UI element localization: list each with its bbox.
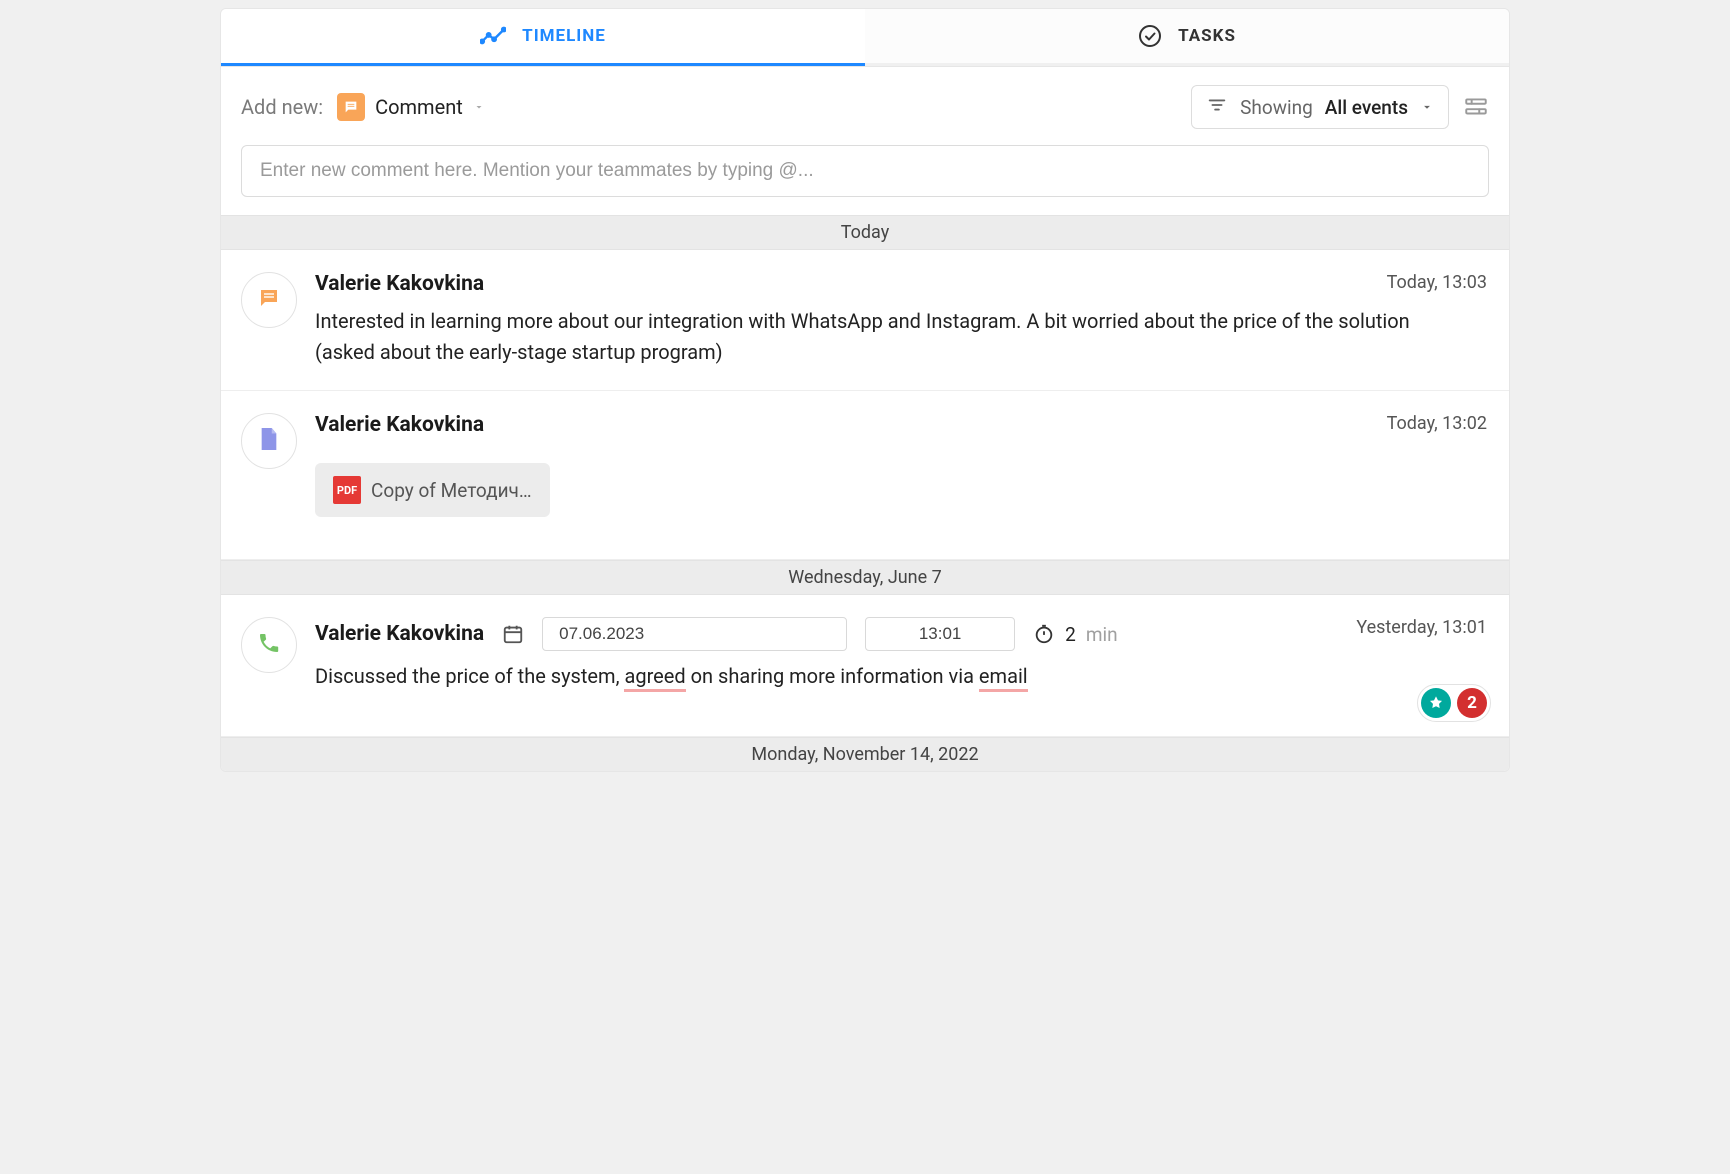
filter-events-select[interactable]: Showing All events bbox=[1191, 85, 1449, 129]
addnew-type-select[interactable]: Comment bbox=[337, 93, 485, 121]
addnew-row: Add new: Comment Showing All events bbox=[221, 67, 1509, 145]
entry-author: Valerie Kakovkina bbox=[315, 622, 484, 646]
chevron-down-icon bbox=[1420, 100, 1434, 114]
new-comment-input[interactable] bbox=[241, 145, 1489, 197]
timeline-entry-call: Valerie Kakovkina 2 min Discussed the pr… bbox=[221, 595, 1509, 737]
calendar-icon bbox=[502, 623, 524, 645]
date-separator-mon: Monday, November 14, 2022 bbox=[221, 737, 1509, 771]
entry-timestamp: Today, 13:02 bbox=[1387, 413, 1487, 434]
timeline-entry-file: Valerie Kakovkina PDF Copy of Методич… T… bbox=[221, 391, 1509, 560]
call-duration-unit: min bbox=[1086, 623, 1118, 646]
notification-count-badge[interactable]: 2 bbox=[1457, 688, 1487, 718]
pdf-icon: PDF bbox=[333, 476, 361, 504]
timeline-icon bbox=[480, 23, 506, 49]
tab-timeline[interactable]: TIMELINE bbox=[221, 9, 865, 66]
addnew-label: Add new: bbox=[241, 95, 323, 119]
entry-author: Valerie Kakovkina bbox=[315, 413, 484, 437]
entry-timestamp: Today, 13:03 bbox=[1387, 272, 1487, 293]
timeline-settings-icon[interactable] bbox=[1463, 94, 1489, 120]
stopwatch-icon bbox=[1033, 623, 1055, 645]
tabs-bar: TIMELINE TASKS bbox=[221, 9, 1509, 67]
attachment-filename: Copy of Методич… bbox=[371, 479, 532, 502]
date-separator-wed: Wednesday, June 7 bbox=[221, 560, 1509, 595]
entry-type-bubble bbox=[241, 617, 297, 673]
comment-icon bbox=[337, 93, 365, 121]
filter-icon bbox=[1206, 94, 1228, 120]
entry-body-text: Discussed the price of the system, agree… bbox=[315, 661, 1410, 692]
entry-type-bubble bbox=[241, 413, 297, 469]
tab-tasks-label: TASKS bbox=[1178, 26, 1236, 46]
entry-body-text: Interested in learning more about our in… bbox=[315, 306, 1410, 368]
call-duration-value: 2 bbox=[1065, 623, 1076, 646]
call-time-input[interactable] bbox=[865, 617, 1015, 651]
chevron-down-icon bbox=[473, 101, 485, 113]
timeline-entry-comment: Valerie Kakovkina Interested in learning… bbox=[221, 250, 1509, 391]
call-date-input[interactable] bbox=[542, 617, 847, 651]
comment-icon bbox=[257, 286, 281, 314]
tab-tasks[interactable]: TASKS bbox=[865, 9, 1509, 66]
floating-badges[interactable]: 2 bbox=[1417, 684, 1491, 722]
entry-author: Valerie Kakovkina bbox=[315, 272, 484, 296]
entry-timestamp: Yesterday, 13:01 bbox=[1356, 617, 1487, 638]
tasks-icon bbox=[1138, 24, 1162, 48]
tab-timeline-label: TIMELINE bbox=[522, 26, 606, 46]
filter-value: All events bbox=[1325, 96, 1408, 119]
filter-showing-label: Showing bbox=[1240, 96, 1313, 119]
entry-type-bubble bbox=[241, 272, 297, 328]
addnew-type-label: Comment bbox=[375, 95, 463, 119]
attachment-chip[interactable]: PDF Copy of Методич… bbox=[315, 463, 550, 517]
hint-icon[interactable] bbox=[1421, 688, 1451, 718]
phone-icon bbox=[257, 631, 281, 659]
date-separator-today: Today bbox=[221, 215, 1509, 250]
timeline-panel: TIMELINE TASKS Add new: Comment bbox=[220, 8, 1510, 772]
file-icon bbox=[258, 426, 280, 456]
